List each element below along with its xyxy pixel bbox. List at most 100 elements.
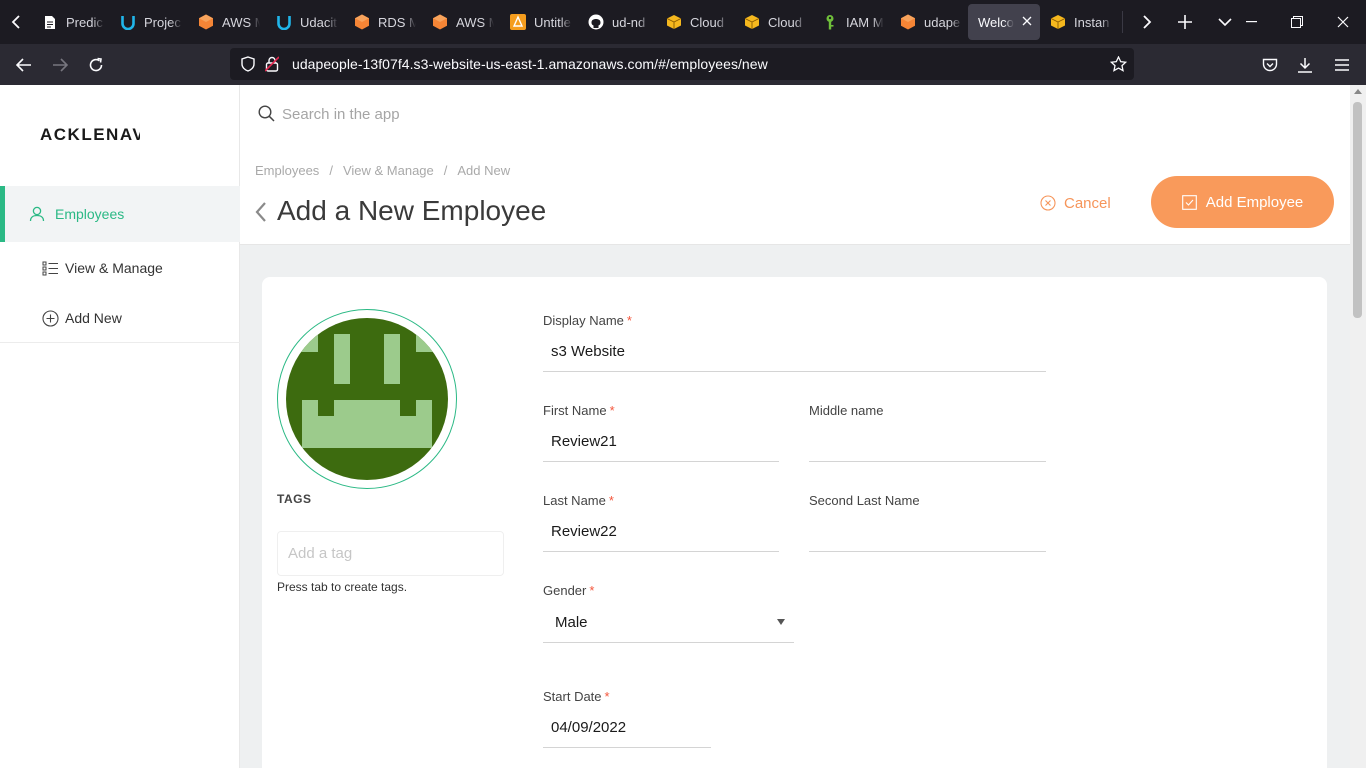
back-chevron-icon[interactable]	[254, 201, 267, 228]
tab-title: Predic	[66, 14, 103, 30]
search-icon[interactable]	[258, 105, 275, 127]
browser-tab[interactable]: Udacit	[266, 4, 344, 40]
sidebar-item-employees[interactable]: Employees	[0, 186, 240, 242]
bookmark-star-icon[interactable]	[1106, 48, 1130, 80]
sidebar-divider	[0, 342, 240, 343]
downloads-icon[interactable]	[1287, 44, 1323, 85]
gender-label-text: Gender	[543, 583, 587, 598]
reload-icon[interactable]	[78, 44, 114, 85]
browser-tab[interactable]: AWS M	[188, 4, 266, 40]
tab-title: Cloud	[690, 14, 724, 30]
first-name-label-text: First Name	[543, 403, 607, 418]
browser-tab[interactable]: Cloud	[656, 4, 734, 40]
sidebar-item-label: Employees	[55, 206, 125, 222]
display-name-label-text: Display Name	[543, 313, 624, 328]
browser-tab[interactable]: AWS M	[422, 4, 500, 40]
last-name-input[interactable]	[543, 512, 779, 552]
tag-hint: Press tab to create tags.	[277, 580, 408, 594]
last-name-label-text: Last Name	[543, 493, 606, 508]
acklen-logo[interactable]: ACKLENAVENUE	[40, 125, 140, 145]
start-date-label: Start Date *	[543, 689, 610, 704]
tab-scroll-right-icon[interactable]	[1129, 0, 1165, 44]
breadcrumb-employees[interactable]: Employees	[255, 163, 319, 178]
breadcrumb-separator: /	[329, 163, 333, 178]
browser-tab[interactable]: ud-nd	[578, 4, 656, 40]
tab-title: Udacit	[300, 14, 337, 30]
cancel-button[interactable]: Cancel	[1040, 191, 1111, 215]
list-icon	[40, 258, 60, 278]
sidebar: ACKLENAVENUE Employees View & Manage Add…	[0, 85, 240, 768]
browser-tab-bar: Predic Projec AWS M Udacit RDS M AWS M Untitle…	[0, 0, 1366, 44]
required-mark: *	[626, 313, 632, 328]
tab-title: udape	[924, 14, 961, 30]
scrollbar-thumb[interactable]	[1353, 102, 1362, 318]
aws-icon	[900, 14, 916, 30]
add-employee-label: Add Employee	[1205, 193, 1304, 211]
minimize-icon[interactable]	[1228, 0, 1274, 44]
forward-icon[interactable]	[42, 44, 78, 85]
add-employee-button[interactable]: Add Employee	[1151, 176, 1334, 228]
close-tab-icon[interactable]	[1022, 14, 1032, 29]
browser-tab[interactable]: Predic	[32, 4, 110, 40]
sidebar-item-label: View & Manage	[65, 260, 163, 276]
shield-icon[interactable]	[236, 48, 260, 80]
url-text[interactable]: udapeople-13f07f4.s3-website-us-east-1.a…	[292, 56, 768, 72]
browser-tabs: Predic Projec AWS M Udacit RDS M AWS M Untitle…	[32, 0, 1118, 44]
required-mark: *	[589, 583, 595, 598]
pocket-icon[interactable]	[1252, 44, 1288, 85]
browser-tab[interactable]: RDS M	[344, 4, 422, 40]
menu-icon[interactable]	[1324, 44, 1360, 85]
browser-tab[interactable]: Cloud	[734, 4, 812, 40]
github-icon	[588, 14, 604, 30]
diagram-icon	[510, 14, 526, 30]
key-icon	[822, 14, 838, 30]
first-name-input[interactable]	[543, 422, 779, 462]
middle-name-input[interactable]	[809, 422, 1046, 462]
second-last-name-input[interactable]	[809, 512, 1046, 552]
middle-name-label: Middle name	[809, 403, 883, 418]
browser-tab[interactable]: Untitle	[500, 4, 578, 40]
user-icon	[27, 204, 47, 224]
tags-label: TAGS	[277, 492, 312, 506]
browser-tab[interactable]: Instan	[1040, 4, 1118, 40]
add-tag-input[interactable]	[277, 531, 504, 576]
start-date-input[interactable]	[543, 708, 711, 748]
display-name-label: Display Name *	[543, 313, 632, 328]
back-icon[interactable]	[6, 44, 42, 85]
restore-icon[interactable]	[1274, 0, 1320, 44]
search-input[interactable]	[282, 101, 782, 127]
tab-scroll-left-icon[interactable]	[0, 0, 32, 44]
tab-title: Cloud	[768, 14, 802, 30]
browser-tab[interactable]: udape	[890, 4, 968, 40]
tab-title: Projec	[144, 14, 181, 30]
checkbox-icon	[1181, 194, 1197, 210]
tab-title: RDS M	[378, 14, 416, 30]
insecure-lock-icon[interactable]	[260, 48, 284, 80]
udacity-icon	[120, 14, 136, 30]
gender-selected-value: Male	[555, 614, 588, 631]
gender-select[interactable]: Male	[543, 603, 794, 643]
new-tab-icon[interactable]	[1165, 0, 1205, 44]
gender-label: Gender *	[543, 583, 594, 598]
browser-tab[interactable]: Welcon	[968, 4, 1040, 40]
sidebar-item-add-new[interactable]: Add New	[0, 290, 240, 346]
browser-tab[interactable]: IAM M	[812, 4, 890, 40]
tab-title: AWS M	[456, 14, 494, 30]
tab-title: AWS M	[222, 14, 260, 30]
aws-icon	[354, 14, 370, 30]
document-icon	[42, 14, 58, 30]
browser-tab[interactable]: Projec	[110, 4, 188, 40]
caret-down-icon	[777, 619, 785, 625]
close-window-icon[interactable]	[1320, 0, 1366, 44]
breadcrumb: Employees / View & Manage / Add New	[255, 163, 510, 178]
sidebar-item-view-manage[interactable]: View & Manage	[0, 240, 240, 296]
sidebar-item-label: Add New	[65, 310, 122, 326]
avatar[interactable]	[286, 318, 448, 480]
address-bar[interactable]: udapeople-13f07f4.s3-website-us-east-1.a…	[230, 48, 1134, 80]
first-name-label: First Name *	[543, 403, 615, 418]
breadcrumb-view-manage[interactable]: View & Manage	[343, 163, 434, 178]
display-name-input[interactable]	[543, 332, 1046, 372]
scroll-up-arrow-icon[interactable]	[1354, 89, 1362, 94]
start-date-label-text: Start Date	[543, 689, 602, 704]
aws-icon	[198, 14, 214, 30]
